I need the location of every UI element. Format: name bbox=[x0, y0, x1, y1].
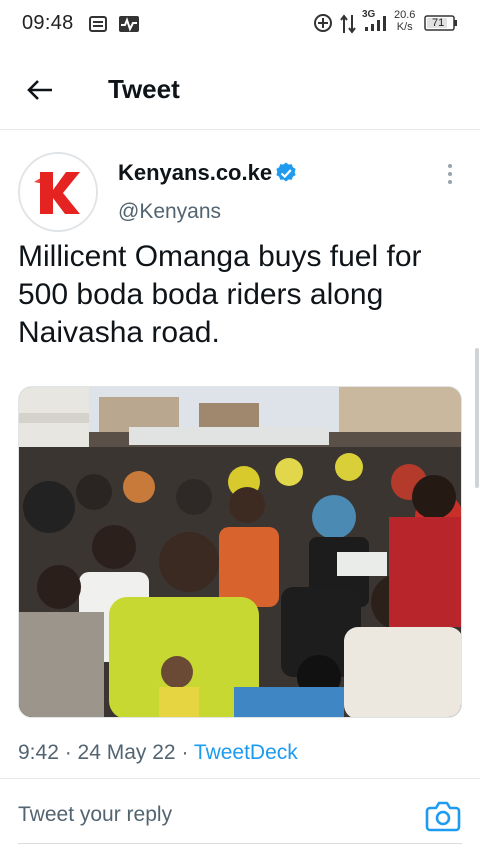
tweet-date: 24 May 22 bbox=[77, 741, 176, 764]
meta-separator: · bbox=[58, 741, 78, 764]
notification-icon bbox=[88, 14, 108, 39]
data-transfer-icon bbox=[340, 13, 356, 40]
data-saver-icon bbox=[313, 13, 333, 38]
camera-icon bbox=[425, 801, 461, 832]
meta-separator: · bbox=[175, 741, 194, 764]
tweet-photo[interactable] bbox=[18, 386, 462, 718]
author-handle[interactable]: @Kenyans bbox=[118, 200, 221, 224]
activity-icon bbox=[118, 14, 140, 39]
app-header: Tweet bbox=[0, 48, 480, 130]
camera-button[interactable] bbox=[424, 799, 464, 835]
author-name[interactable]: Kenyans.co.ke bbox=[118, 160, 272, 186]
author-avatar[interactable] bbox=[18, 152, 98, 232]
reply-input[interactable]: Tweet your reply bbox=[18, 803, 408, 827]
status-time: 09:48 bbox=[22, 12, 74, 34]
tweet-time: 9:42 bbox=[18, 741, 59, 764]
back-arrow-icon bbox=[27, 80, 52, 100]
signal-icon bbox=[364, 16, 388, 37]
reply-underline bbox=[18, 843, 462, 844]
tweet-source-link[interactable]: TweetDeck bbox=[194, 741, 298, 764]
tweet-text: Millicent Omanga buys fuel for 500 boda … bbox=[18, 240, 422, 349]
back-button[interactable] bbox=[22, 72, 58, 108]
verified-badge-icon bbox=[274, 161, 298, 190]
reply-bar: Tweet your reply bbox=[0, 779, 480, 854]
network-speed-value: 20.6 bbox=[394, 9, 416, 21]
scrollbar-thumb[interactable] bbox=[475, 348, 479, 488]
more-vertical-icon[interactable] bbox=[436, 160, 464, 188]
status-bar: 09:48 3G 20.6 K/s 71 bbox=[0, 0, 480, 48]
network-speed: 20.6 K/s bbox=[394, 9, 415, 33]
kenyans-logo bbox=[20, 154, 96, 230]
battery-level: 71 bbox=[432, 17, 445, 29]
page-title: Tweet bbox=[108, 74, 180, 104]
tweet-timestamp: 9:42 · 24 May 22 · TweetDeck bbox=[18, 741, 298, 765]
network-speed-unit: K/s bbox=[396, 21, 413, 33]
